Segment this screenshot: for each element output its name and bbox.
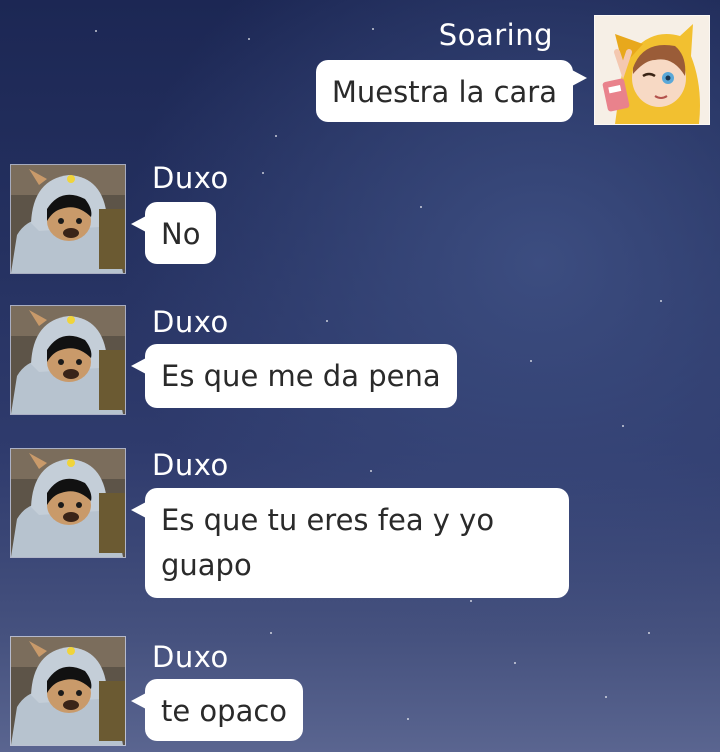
message-row-duxo: Duxo Es que me da pena [0,300,720,430]
dog-in-costume-avatar-icon [11,165,125,273]
message-bubble[interactable]: Muestra la cara [315,60,588,122]
message-bubble[interactable]: Es que me da pena [131,344,457,408]
message-row-duxo: Duxo No [0,155,720,285]
message-row-duxo: Duxo Es que tu eres fea y yo guapo [0,445,720,615]
soaring-avatar[interactable] [594,15,710,125]
dog-in-costume-avatar-icon [11,449,125,557]
anime-character-avatar-icon [595,16,709,124]
message-row-soaring: Soaring Muestra la cara [0,0,720,140]
duxo-avatar[interactable] [10,305,126,415]
message-bubble[interactable]: No [130,202,217,264]
sender-name: Duxo [152,305,229,339]
dog-in-costume-avatar-icon [11,306,125,414]
sender-name: Duxo [152,448,229,482]
duxo-avatar[interactable] [10,164,126,274]
sender-name: Duxo [152,640,229,674]
duxo-avatar[interactable] [10,636,126,746]
message-bubble[interactable]: Es que tu eres fea y yo guapo [131,488,569,598]
sender-name: Duxo [152,161,229,195]
duxo-avatar[interactable] [10,448,126,558]
message-bubble[interactable]: te opaco [130,679,304,741]
dog-in-costume-avatar-icon [11,637,125,745]
sender-name: Soaring [438,18,553,52]
message-row-duxo: Duxo te opaco [0,630,720,752]
